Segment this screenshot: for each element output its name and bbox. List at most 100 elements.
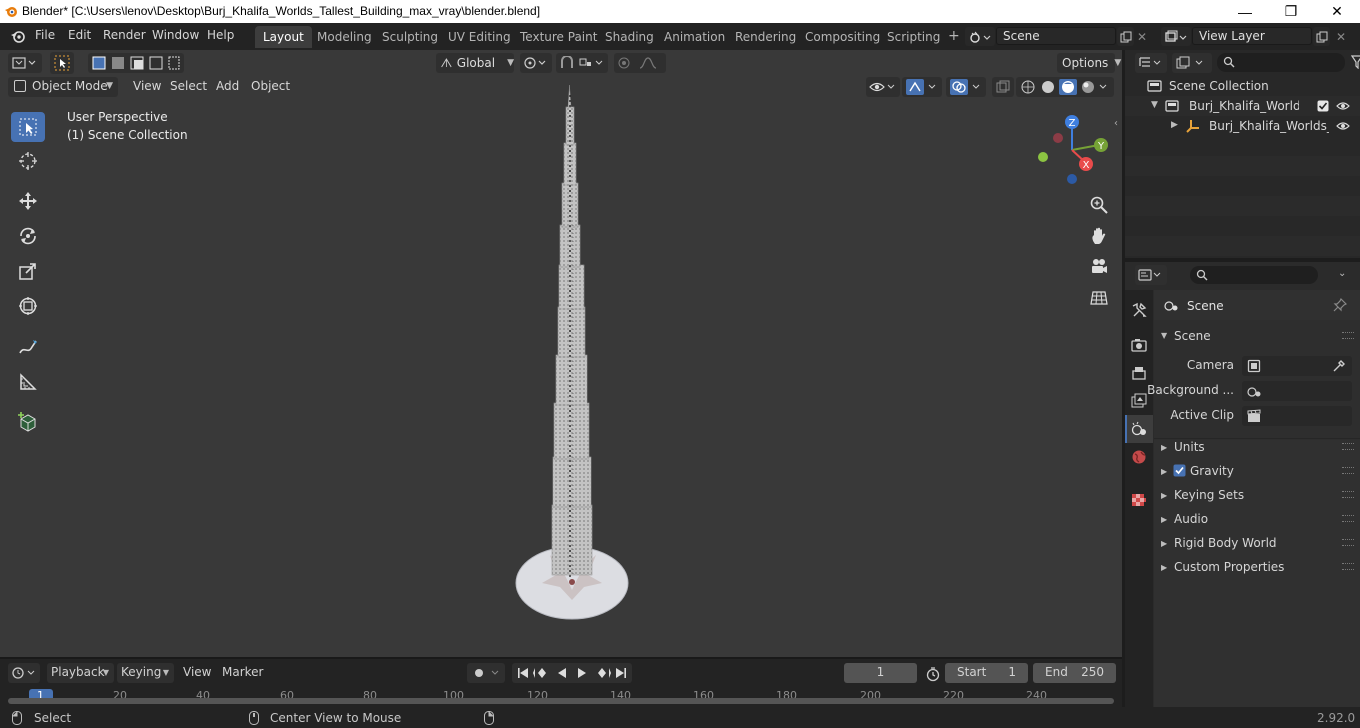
transform-tool-icon[interactable]: [11, 291, 45, 321]
tool-tab-icon[interactable]: [1129, 300, 1149, 320]
scale-tool-icon[interactable]: [11, 256, 45, 286]
sidebar-toggle-icon[interactable]: ‹: [1114, 118, 1118, 129]
menu-render[interactable]: Render: [103, 28, 146, 42]
close-button[interactable]: ✕: [1314, 0, 1360, 23]
filter-icon[interactable]: [1351, 55, 1360, 69]
pivot-point-icon[interactable]: [520, 53, 552, 73]
drag-handle[interactable]: [1342, 332, 1354, 339]
playback-controls[interactable]: [512, 663, 632, 683]
minimize-button[interactable]: —: [1222, 0, 1268, 23]
drag-handle[interactable]: [1342, 443, 1354, 450]
tab-uv-editing[interactable]: UV Editing: [440, 26, 519, 48]
tab-compositing[interactable]: Compositing: [797, 26, 888, 48]
visibility-eye-icon[interactable]: [866, 77, 900, 97]
visibility-eye-icon[interactable]: [1336, 101, 1350, 111]
object-mode-dropdown[interactable]: Object Mode ▼: [8, 77, 118, 97]
measure-tool-icon[interactable]: [11, 367, 45, 397]
timeline-menu-marker[interactable]: Marker: [222, 665, 263, 679]
pan-hand-icon[interactable]: [1086, 223, 1112, 249]
outliner-row-scene-collection[interactable]: Scene Collection: [1125, 76, 1360, 96]
view-layer-tab-icon[interactable]: [1129, 391, 1149, 411]
render-tab-icon[interactable]: [1129, 335, 1149, 355]
tab-layout[interactable]: Layout: [255, 26, 312, 48]
chevron-down-icon[interactable]: ⌄: [1338, 268, 1346, 279]
keying-dropdown[interactable]: Keying ▼: [117, 663, 174, 683]
menu-select[interactable]: Select: [164, 77, 213, 97]
select-tool-mode-icon[interactable]: [50, 52, 74, 74]
camera-view-icon[interactable]: [1086, 254, 1112, 280]
menu-object[interactable]: Object: [245, 77, 296, 97]
new-view-layer-icon[interactable]: [1313, 27, 1330, 46]
properties-editor-type-button[interactable]: [1135, 265, 1167, 285]
navigation-gizmo[interactable]: Z Y X: [1030, 112, 1115, 192]
selection-mode-group[interactable]: [88, 53, 184, 73]
units-panel-title[interactable]: Units: [1174, 440, 1205, 454]
auto-keying-toggle[interactable]: [467, 663, 505, 683]
menu-view[interactable]: View: [127, 77, 167, 97]
audio-panel-title[interactable]: Audio: [1174, 512, 1208, 526]
delete-view-layer-icon[interactable]: ✕: [1336, 30, 1346, 44]
drag-handle[interactable]: [1342, 563, 1354, 570]
view-layer-browse-button[interactable]: [1161, 27, 1191, 46]
snap-toggle-icon[interactable]: [556, 53, 608, 73]
expand-arrow-icon[interactable]: ▶: [1171, 120, 1178, 130]
menu-help[interactable]: Help: [207, 28, 234, 42]
select-box-tool[interactable]: [11, 112, 45, 142]
tab-texture-paint[interactable]: Texture Paint: [512, 26, 605, 48]
background-scene-field[interactable]: [1242, 381, 1352, 401]
maximize-button[interactable]: ❐: [1268, 0, 1314, 23]
output-tab-icon[interactable]: [1129, 363, 1149, 383]
start-frame-field[interactable]: Start 1: [945, 663, 1028, 683]
outliner-row-collection[interactable]: ▼ Burj_Khalifa_Worlds_Tallest_Building: [1125, 96, 1360, 116]
tab-shading[interactable]: Shading: [597, 26, 662, 48]
drag-handle[interactable]: [1342, 467, 1354, 474]
active-clip-field[interactable]: [1242, 406, 1352, 426]
expand-arrow-icon[interactable]: ▶: [1161, 443, 1167, 452]
menu-file[interactable]: File: [35, 28, 55, 42]
expand-arrow-icon[interactable]: ▼: [1161, 331, 1167, 340]
blender-menu-icon[interactable]: [10, 29, 26, 43]
add-cube-tool-icon[interactable]: [11, 407, 45, 437]
playback-dropdown[interactable]: Playback ▼: [47, 663, 114, 683]
outliner-search-input[interactable]: [1217, 53, 1345, 72]
overlays-toggle-icon[interactable]: [946, 77, 986, 97]
cursor-tool-icon[interactable]: [11, 146, 45, 176]
custom-properties-panel-title[interactable]: Custom Properties: [1174, 560, 1284, 574]
tab-sculpting[interactable]: Sculpting: [374, 26, 446, 48]
move-tool-icon[interactable]: [11, 186, 45, 216]
end-frame-field[interactable]: End 250: [1033, 663, 1116, 683]
tab-animation[interactable]: Animation: [656, 26, 733, 48]
gravity-panel-title[interactable]: Gravity: [1190, 464, 1234, 478]
menu-edit[interactable]: Edit: [68, 28, 91, 42]
exclude-checkbox[interactable]: [1317, 100, 1329, 112]
options-dropdown[interactable]: Options ▼: [1057, 53, 1121, 73]
view-layer-name-field[interactable]: View Layer: [1192, 27, 1312, 45]
transform-orientation-dropdown[interactable]: Global ▼: [436, 53, 514, 73]
zoom-icon[interactable]: [1086, 192, 1112, 218]
expand-arrow-icon[interactable]: ▶: [1161, 467, 1167, 476]
proportional-editing-icon[interactable]: [614, 53, 666, 73]
delete-scene-icon[interactable]: ✕: [1137, 30, 1147, 44]
drag-handle[interactable]: [1342, 491, 1354, 498]
display-mode-button[interactable]: [1172, 53, 1212, 73]
shading-mode-group[interactable]: [1016, 77, 1114, 97]
camera-field[interactable]: [1242, 356, 1352, 376]
timeline-scrollbar[interactable]: [8, 698, 1114, 704]
menu-add[interactable]: Add: [210, 77, 245, 97]
expand-arrow-icon[interactable]: ▶: [1161, 491, 1167, 500]
drag-handle[interactable]: [1342, 539, 1354, 546]
outliner-row-object[interactable]: ▶ Burj_Khalifa_Worlds_Tallest_Building: [1125, 116, 1360, 136]
gizmo-toggle-icon[interactable]: [902, 77, 942, 97]
scene-browse-button[interactable]: [965, 27, 995, 46]
keying-sets-panel-title[interactable]: Keying Sets: [1174, 488, 1244, 502]
add-workspace-button[interactable]: +: [940, 26, 968, 48]
drag-handle[interactable]: [1342, 515, 1354, 522]
scene-tab-icon[interactable]: [1129, 419, 1149, 439]
scene-name-field[interactable]: Scene: [996, 27, 1116, 45]
menu-window[interactable]: Window: [152, 28, 199, 42]
burj-khalifa-model[interactable]: [500, 85, 645, 625]
texture-tab-icon[interactable]: [1129, 491, 1149, 511]
expand-arrow-icon[interactable]: ▶: [1161, 515, 1167, 524]
rigid-body-world-panel-title[interactable]: Rigid Body World: [1174, 536, 1277, 550]
properties-search-input[interactable]: [1190, 266, 1318, 284]
